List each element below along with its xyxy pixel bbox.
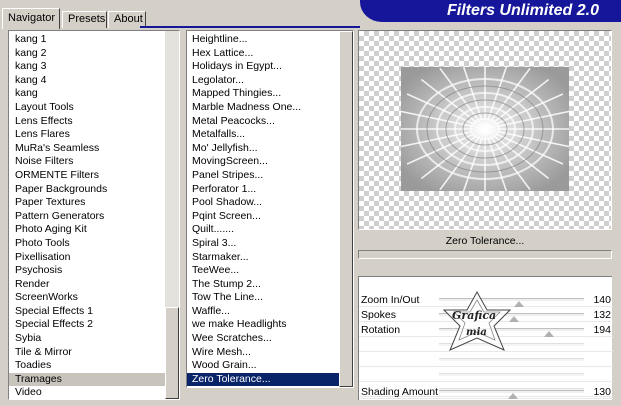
filter-item[interactable]: TeeWee...	[187, 264, 353, 278]
control-value: 130	[593, 386, 611, 398]
category-item[interactable]: Render	[9, 278, 179, 292]
filter-item[interactable]: Holidays in Egypt...	[187, 60, 353, 74]
category-item[interactable]: Pattern Generators	[9, 210, 179, 224]
category-item[interactable]: Lens Flares	[9, 128, 179, 142]
filter-item[interactable]: Spiral 3...	[187, 237, 353, 251]
filter-item[interactable]: we make Headlights	[187, 318, 353, 332]
category-item[interactable]: Paper Textures	[9, 196, 179, 210]
current-filter-name: Zero Tolerance...	[445, 235, 525, 247]
category-item[interactable]: kang	[9, 87, 179, 101]
filter-item[interactable]: Starmaker...	[187, 251, 353, 265]
filter-scrollbar[interactable]	[339, 31, 353, 387]
control-label: Rotation	[361, 324, 401, 336]
filter-item[interactable]: Waffle...	[187, 305, 353, 319]
category-list-items: kang 1 kang 2 kang 3 kang 4 kang Layout Tools…	[9, 31, 179, 399]
category-list[interactable]: kang 1 kang 2 kang 3 kang 4 kang Layout Tools…	[8, 30, 180, 400]
control-slider-knob[interactable]	[507, 393, 518, 399]
filter-item[interactable]: MovingScreen...	[187, 155, 353, 169]
category-item[interactable]: MuRa's Seamless	[9, 142, 179, 156]
filter-item[interactable]: Mo' Jellyfish...	[187, 142, 353, 156]
filter-list[interactable]: Heightline... Hex Lattice... Holidays in E…	[186, 30, 354, 388]
filter-item[interactable]: Wee Scratches...	[187, 332, 353, 346]
filter-item[interactable]: Pool Shadow...	[187, 196, 353, 210]
category-item[interactable]: Layout Tools	[9, 101, 179, 115]
filter-item[interactable]: Metal Peacocks...	[187, 115, 353, 129]
category-item[interactable]: Special Effects 1	[9, 305, 179, 319]
control-row-empty[interactable]	[359, 368, 613, 382]
filter-item[interactable]: Zero Tolerance...	[187, 372, 353, 387]
filter-item[interactable]: Wire Mesh...	[187, 346, 353, 360]
tab-presets[interactable]: Presets	[62, 11, 107, 28]
category-item[interactable]: Noise Filters	[9, 155, 179, 169]
control-value: 194	[593, 324, 611, 336]
category-item[interactable]: Sybia	[9, 332, 179, 346]
category-item[interactable]: Tile & Mirror	[9, 346, 179, 360]
watermark-logo	[442, 290, 512, 351]
preview-canvas[interactable]	[358, 30, 612, 230]
category-item[interactable]: Photo Tools	[9, 237, 179, 251]
control-slider-track[interactable]	[439, 373, 584, 376]
category-item[interactable]: Video	[9, 386, 179, 399]
progress-bar	[358, 250, 612, 259]
preview-image	[401, 67, 569, 191]
category-item[interactable]: Paper Backgrounds	[9, 183, 179, 197]
control-label: Shading Amount	[361, 386, 439, 398]
category-item[interactable]: ORMENTE Filters	[9, 169, 179, 183]
filter-item[interactable]: Legolator...	[187, 74, 353, 88]
filter-item[interactable]: Mapped Thingies...	[187, 87, 353, 101]
control-label: Zoom In/Out	[361, 294, 420, 306]
watermark-text-2: mia	[466, 327, 487, 338]
filter-item[interactable]: The Stump 2...	[187, 278, 353, 292]
category-item[interactable]: kang 4	[9, 74, 179, 88]
filter-list-items: Heightline... Hex Lattice... Holidays in E…	[187, 31, 353, 387]
filter-item[interactable]: Metalfalls...	[187, 128, 353, 142]
category-item[interactable]: kang 1	[9, 33, 179, 47]
filter-item[interactable]: Hex Lattice...	[187, 47, 353, 61]
category-item[interactable]: Pixellisation	[9, 251, 179, 265]
category-scrollbar-thumb[interactable]	[165, 307, 179, 399]
control-slider-knob[interactable]	[544, 331, 555, 337]
app-title-banner: Filters Unlimited 2.0	[360, 0, 621, 22]
filter-item[interactable]: Marble Madness One...	[187, 101, 353, 115]
category-item[interactable]: kang 3	[9, 60, 179, 74]
category-item[interactable]: kang 2	[9, 47, 179, 61]
category-item[interactable]: Special Effects 2	[9, 318, 179, 332]
category-item[interactable]: Toadies	[9, 359, 179, 373]
filter-item[interactable]: Quilt.......	[187, 223, 353, 237]
filter-item[interactable]: Heightline...	[187, 33, 353, 47]
banner-underline	[140, 26, 360, 28]
filter-item[interactable]: Tow The Line...	[187, 291, 353, 305]
control-row[interactable]: Shading Amount 130	[359, 385, 613, 399]
tab-navigator[interactable]: Navigator	[2, 8, 60, 29]
category-item[interactable]: Psychosis	[9, 264, 179, 278]
filter-item[interactable]: Perforator 1...	[187, 183, 353, 197]
category-item[interactable]: Tramages	[9, 372, 179, 387]
filter-item[interactable]: Wood Grain...	[187, 359, 353, 373]
category-item[interactable]: ScreenWorks	[9, 291, 179, 305]
control-value: 140	[593, 294, 611, 306]
filter-item[interactable]: Pqint Screen...	[187, 210, 353, 224]
filter-scrollbar-thumb[interactable]	[339, 31, 353, 387]
category-item[interactable]: Photo Aging Kit	[9, 223, 179, 237]
category-scrollbar[interactable]	[165, 31, 179, 399]
category-item[interactable]: Lens Effects	[9, 115, 179, 129]
filter-item[interactable]: Panel Stripes...	[187, 169, 353, 183]
control-value: 132	[593, 309, 611, 321]
control-label: Spokes	[361, 309, 397, 321]
watermark-text-1: Grafica	[452, 309, 497, 322]
